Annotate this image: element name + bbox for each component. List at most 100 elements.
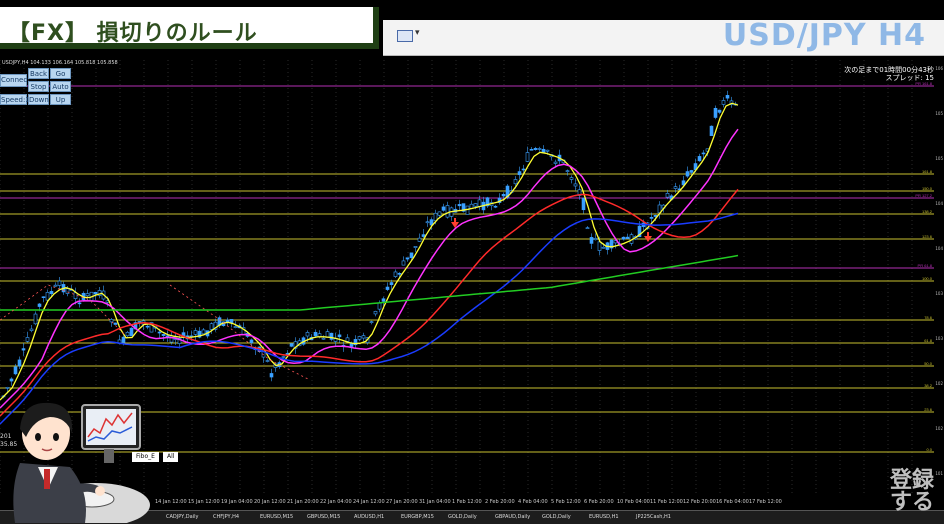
candle-body	[385, 286, 390, 290]
chart-tab[interactable]: EURUSD,H1	[589, 514, 619, 520]
candle-body	[129, 327, 134, 337]
time-tick: 4 Feb 04:00	[518, 499, 548, 505]
red-ma-line	[0, 188, 739, 417]
candle-body	[597, 241, 602, 251]
candle-body	[137, 321, 142, 323]
candle-body	[581, 197, 586, 211]
candle-body	[41, 296, 46, 299]
candle-body	[553, 161, 558, 164]
price-tick: 101	[935, 471, 943, 476]
candle-body	[5, 387, 10, 389]
chart-markers	[0, 218, 652, 381]
price-tick: 103	[935, 336, 943, 341]
candle-body	[389, 282, 394, 286]
fibo-level-label: PR 127.2	[915, 193, 932, 198]
candle-body	[493, 205, 498, 208]
fibo-level-label: 138.2	[922, 209, 933, 214]
fibo-level-label: 78.6	[924, 315, 933, 320]
candle-body	[29, 328, 34, 331]
candle-body	[445, 205, 450, 218]
time-tick: 19 Jan 04:00	[221, 499, 253, 505]
down-button[interactable]: Down	[28, 94, 49, 105]
chart-tab[interactable]: AUDUSD,H1	[354, 514, 384, 520]
candle-body	[473, 203, 478, 207]
price-tick: 106	[935, 66, 943, 71]
candle-body	[53, 284, 58, 287]
go-button[interactable]: Go	[50, 68, 71, 79]
chart-symbol: USDJPY,H4 104.133 106.164 105.818 105.85…	[2, 60, 118, 66]
price-tick: 105	[935, 156, 943, 161]
candle-body	[401, 260, 406, 266]
fibo-level-label: PR 61.8	[918, 263, 933, 268]
window-icon[interactable]	[397, 30, 413, 42]
candle-body	[717, 109, 722, 113]
chart-tab[interactable]: GOLD,Daily	[542, 514, 571, 520]
banner-title: 【FX】 損切りのルール	[8, 21, 258, 46]
candle-body	[501, 194, 506, 197]
fibo-level-label: 100.0	[922, 276, 933, 281]
time-tick: 16 Feb 04:00	[716, 499, 749, 505]
chart-tab[interactable]: EURGBP,M15	[401, 514, 434, 520]
time-tick: 12 Feb 20:00	[683, 499, 716, 505]
speed-button[interactable]: Speed:1	[0, 94, 30, 105]
candle-body	[369, 321, 374, 323]
candle-body	[405, 257, 410, 260]
chevron-down-icon[interactable]: ▾	[415, 28, 420, 38]
chart-tab[interactable]: GOLD,Daily	[448, 514, 477, 520]
candle-body	[109, 319, 114, 323]
time-tick: 1 Feb 12:00	[452, 499, 482, 505]
chart-tab[interactable]: EURUSD,M15	[260, 514, 293, 520]
time-tick: 27 Jan 20:00	[386, 499, 418, 505]
candle-body	[113, 322, 118, 325]
candle-body	[533, 148, 538, 150]
candle-body	[49, 291, 54, 295]
time-tick: 14 Jan 12:00	[155, 499, 187, 505]
candle-body	[589, 237, 594, 244]
auto-button[interactable]: Auto	[50, 81, 71, 92]
candles	[1, 90, 738, 399]
title-banner: 【FX】 損切りのルール	[0, 7, 379, 49]
up-button[interactable]: Up	[50, 94, 71, 105]
chart-tab[interactable]: JP225Cash,H1	[636, 514, 671, 520]
candle-body	[9, 378, 14, 382]
candle-body	[713, 107, 718, 118]
all-button[interactable]: All	[163, 452, 179, 462]
mascot-illustration	[13, 402, 150, 523]
subscribe-watermark: 登録する	[889, 468, 934, 515]
candle-body	[313, 331, 318, 337]
candle-body	[33, 313, 38, 325]
stop-button[interactable]: Stop	[28, 81, 49, 92]
candle-body	[621, 236, 626, 240]
time-tick: 2 Feb 20:00	[485, 499, 515, 505]
candle-body	[193, 330, 198, 335]
candle-body	[281, 356, 286, 358]
candle-body	[513, 179, 518, 185]
time-tick: 24 Jan 12:00	[353, 499, 385, 505]
chart-tab[interactable]: GBPUSD,M15	[307, 514, 340, 520]
candle-body	[157, 331, 162, 334]
connect-button[interactable]: Connect	[0, 74, 30, 87]
candle-body	[305, 332, 310, 337]
candle-body	[269, 373, 274, 378]
chart-tab[interactable]: GBPAUD,Daily	[495, 514, 530, 520]
candle-body	[521, 168, 526, 171]
candle-body	[649, 216, 654, 219]
candle-body	[201, 329, 206, 335]
candle-body	[665, 192, 670, 198]
time-tick: 22 Jan 04:00	[320, 499, 352, 505]
chart-tab[interactable]: CADJPY,Daily	[166, 514, 198, 520]
candle-body	[93, 291, 98, 295]
buy-arrow-marker	[644, 232, 652, 242]
chart-tab[interactable]: CHFJPY,H4	[213, 514, 239, 520]
fibo-level-label: 61.8	[924, 338, 933, 343]
candle-body	[565, 170, 570, 172]
back-button[interactable]: Back	[28, 68, 49, 79]
candle-body	[441, 206, 446, 211]
candle-body	[529, 148, 534, 151]
candle-body	[421, 234, 426, 237]
candle-body	[601, 246, 606, 249]
candle-body	[465, 205, 470, 215]
candle-body	[653, 215, 658, 217]
candle-body	[573, 183, 578, 187]
candle-body	[121, 336, 126, 343]
